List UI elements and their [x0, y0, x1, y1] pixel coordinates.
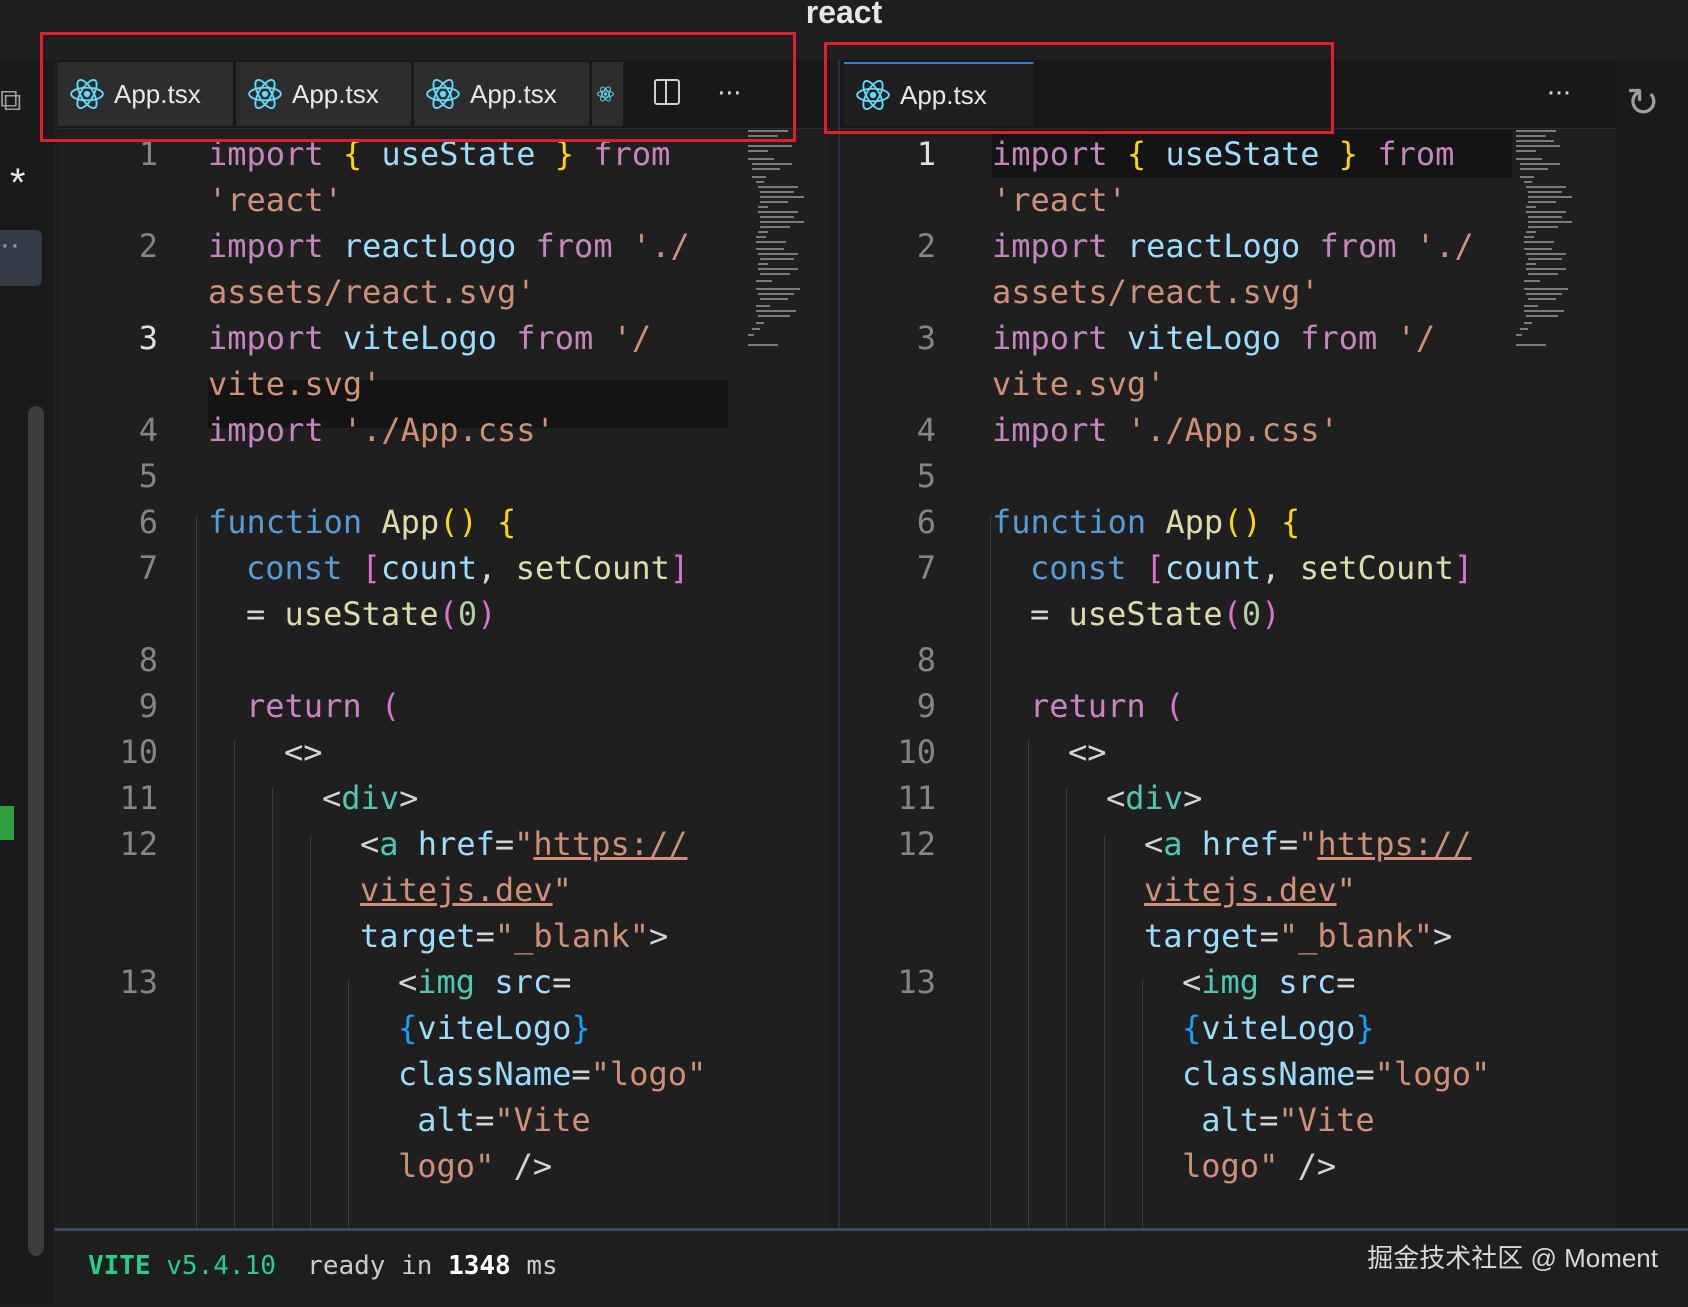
more-dots-icon[interactable]: ·· — [0, 230, 20, 260]
line-number: 6 — [916, 503, 936, 541]
watermark: 掘金技术社区 @ Moment — [1367, 1243, 1658, 1273]
indent-guide — [1142, 980, 1143, 1228]
indent-guide — [1028, 740, 1029, 1228]
indent-guide — [234, 740, 235, 1228]
annotation-box-left-tabs — [40, 32, 796, 142]
line-number: 2 — [916, 227, 936, 265]
line-number: 4 — [916, 411, 936, 449]
ready-unit: ms — [526, 1251, 558, 1281]
line-number: 12 — [897, 825, 936, 863]
line-number: 8 — [138, 641, 158, 679]
line-number-current: 1 — [916, 135, 936, 173]
line-number: 11 — [897, 779, 936, 817]
line-number: 7 — [916, 549, 936, 587]
line-number: 6 — [138, 503, 158, 541]
line-number: 9 — [138, 687, 158, 725]
indent-guide — [990, 516, 991, 1228]
line-number: 4 — [138, 411, 158, 449]
right-strip: ↻ — [1616, 60, 1688, 1228]
activity-scrollbar[interactable] — [28, 406, 44, 1256]
copy-icon[interactable]: ⧉ — [0, 86, 21, 116]
line-number: 13 — [119, 963, 158, 1001]
refresh-icon[interactable]: ↻ — [1626, 80, 1660, 126]
indent-guide — [1104, 836, 1105, 1228]
tab-actions-right: ··· — [1546, 74, 1572, 109]
code-editor-left[interactable]: 1 import { useState } from 'react' 2 impor… — [58, 130, 830, 1228]
code-editor-right[interactable]: 1 import { useState } from 'react' 2 impor… — [840, 130, 1618, 1228]
terminal-output: VITE v5.4.10 ready in 1348 ms — [88, 1251, 558, 1281]
ready-time: 1348 — [448, 1251, 511, 1281]
indent-guide — [1066, 788, 1067, 1228]
indent-guide — [348, 980, 349, 1228]
line-number-current: 3 — [138, 319, 158, 357]
vite-name: VITE — [88, 1251, 151, 1281]
line-number: 10 — [119, 733, 158, 771]
line-number: 12 — [119, 825, 158, 863]
line-number: 9 — [916, 687, 936, 725]
activity-bar: ⧉ * ·· — [0, 60, 54, 1304]
annotation-box-right-tab — [824, 42, 1334, 134]
indent-guide — [272, 788, 273, 1228]
line-number: 13 — [897, 963, 936, 1001]
editor-group-right: App.tsx ··· 1 import { useState} from '… — [838, 60, 1618, 1228]
indent-guide — [196, 516, 197, 1228]
vite-version: v5.4.10 — [166, 1251, 276, 1281]
window-title: react — [805, 0, 883, 30]
line-number: 10 — [897, 733, 936, 771]
status-indicator — [0, 806, 14, 840]
line-number: 2 — [138, 227, 158, 265]
indent-guide — [310, 836, 311, 1228]
line-number: 5 — [916, 457, 936, 495]
line-number: 8 — [916, 641, 936, 679]
more-actions-icon[interactable]: ··· — [1546, 75, 1572, 109]
ready-text: ready in — [307, 1251, 433, 1281]
line-number: 11 — [119, 779, 158, 817]
line-number: 5 — [138, 457, 158, 495]
line-number: 7 — [138, 549, 158, 587]
dirty-marker: * — [10, 161, 26, 205]
editor-group-left: App.tsx App.tsx App.tsx ··· 1 import {u… — [58, 60, 830, 1228]
line-number: 3 — [916, 319, 936, 357]
